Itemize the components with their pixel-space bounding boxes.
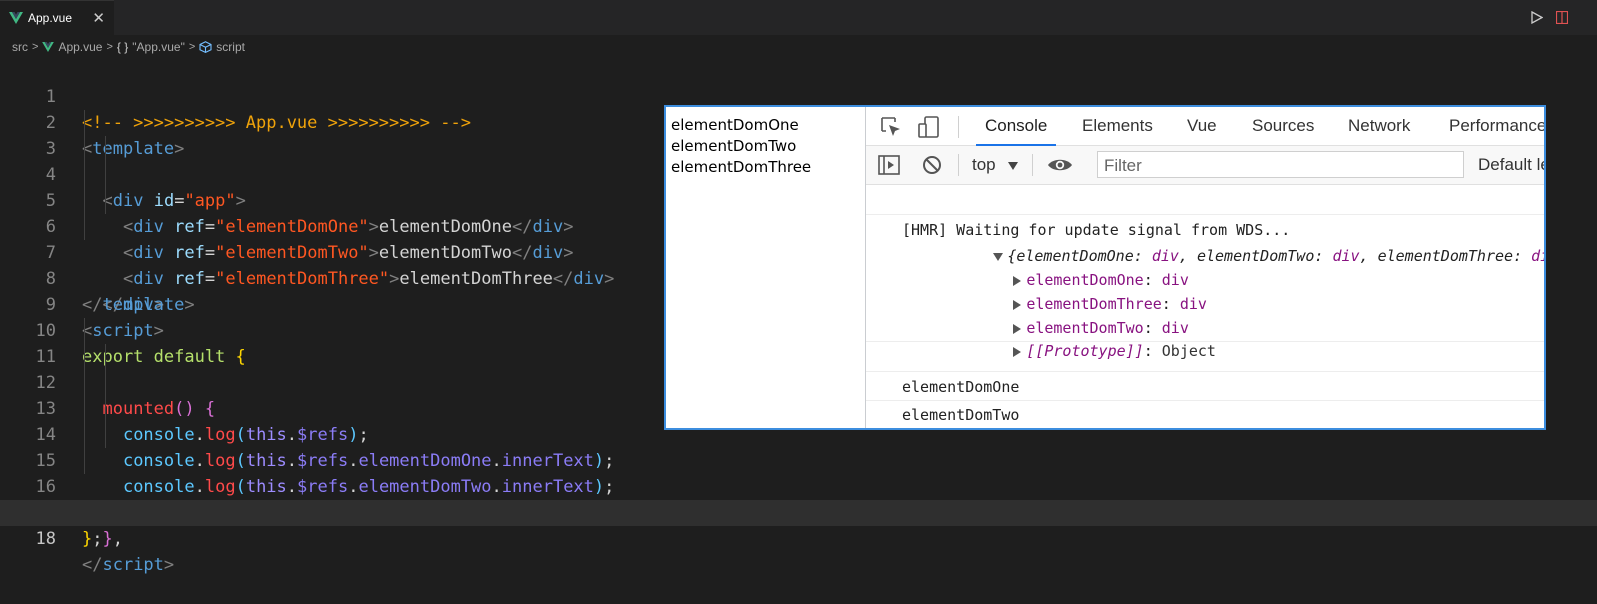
chevron-right-icon: > xyxy=(32,41,39,53)
clear-console-icon[interactable] xyxy=(922,155,942,175)
tab-vue[interactable]: Vue xyxy=(1187,107,1217,145)
page-text-line: elementDomThree xyxy=(671,158,812,176)
eye-icon[interactable] xyxy=(1047,157,1073,173)
breadcrumb-src[interactable]: src xyxy=(12,40,28,54)
code-line: 17 }; xyxy=(0,474,1597,549)
object-summary[interactable]: {elementDomOne: div, elementDomTwo: div,… xyxy=(903,220,1544,265)
split-editor-icon[interactable] xyxy=(1556,11,1568,24)
code-line: 1 <!-- >>>>>>>>>> App.vue >>>>>>>>>> --> xyxy=(0,58,1597,133)
rendered-page: elementDomOne elementDomTwo elementDomTh… xyxy=(666,107,866,428)
console-output: [HMR] Waiting for update signal from WDS… xyxy=(866,185,1544,428)
tag-name: script xyxy=(102,555,164,575)
object-prototype[interactable]: [[Prototype]]: Object xyxy=(923,315,1216,360)
triangle-down-icon xyxy=(1008,161,1019,170)
breadcrumb-label: App.vue xyxy=(58,40,103,54)
breadcrumb-object[interactable]: { } "App.vue" xyxy=(117,40,185,54)
code-line-active: 18 </script> xyxy=(0,500,1597,575)
tab-console[interactable]: Console xyxy=(975,107,1057,146)
cube-icon xyxy=(199,41,212,53)
code-line: 16 }, xyxy=(0,448,1597,549)
object-property[interactable]: elementDomThree: div xyxy=(923,268,1207,313)
breadcrumb-script[interactable]: script xyxy=(199,40,245,54)
device-toolbar-icon[interactable] xyxy=(918,116,940,138)
tab-performance[interactable]: Performance xyxy=(1449,107,1544,145)
context-selector[interactable]: top xyxy=(972,146,1019,184)
console-message: elementDomOne xyxy=(866,342,1544,396)
context-label: top xyxy=(972,155,996,174)
breadcrumb-app-vue[interactable]: App.vue xyxy=(42,40,102,54)
devtools-tab-bar: Console Elements Vue Sources Network Per… xyxy=(866,107,1544,146)
page-text-line: elementDomTwo xyxy=(671,137,797,155)
tab-label: App.vue xyxy=(28,11,73,25)
line-number: 18 xyxy=(35,529,56,549)
chevron-right-icon: > xyxy=(188,41,196,53)
console-message: elementDomTwo xyxy=(866,372,1544,424)
console-message: elementDomThree xyxy=(866,401,1544,428)
console-message: [HMR] Waiting for update signal from WDS… xyxy=(866,185,1544,239)
tab-network[interactable]: Network xyxy=(1348,107,1410,145)
sidebar-toggle-icon[interactable] xyxy=(878,155,900,175)
console-object-message: {elementDomOne: div, elementDomTwo: div,… xyxy=(866,215,1544,360)
browser-window: elementDomOne elementDomTwo elementDomTh… xyxy=(664,105,1546,430)
vue-file-icon xyxy=(42,42,55,52)
vue-file-icon xyxy=(9,12,23,24)
console-filter[interactable] xyxy=(1097,151,1464,179)
inspect-element-icon[interactable] xyxy=(880,116,902,138)
breadcrumb: src > App.vue > { } "App.vue" > script xyxy=(0,36,900,58)
chevron-right-icon: > xyxy=(106,41,113,53)
run-icon[interactable] xyxy=(1530,11,1543,24)
tab-app-vue[interactable]: App.vue ✕ xyxy=(0,0,114,35)
console-toolbar: top Default levels xyxy=(866,146,1544,185)
close-icon[interactable]: ✕ xyxy=(92,9,105,27)
tab-elements[interactable]: Elements xyxy=(1082,107,1153,145)
tab-sources[interactable]: Sources xyxy=(1252,107,1314,145)
filter-input[interactable] xyxy=(1098,152,1446,179)
object-property[interactable]: elementDomOne: div xyxy=(923,244,1189,289)
devtools-panel: Console Elements Vue Sources Network Per… xyxy=(866,107,1544,428)
breadcrumb-label: script xyxy=(216,40,245,54)
log-levels-dropdown[interactable]: Default levels xyxy=(1478,146,1544,184)
object-braces-icon: { } xyxy=(116,40,129,54)
object-property[interactable]: elementDomTwo: div xyxy=(923,292,1189,337)
editor-tab-bar: App.vue ✕ xyxy=(0,0,1597,35)
breadcrumb-label: "App.vue" xyxy=(132,40,185,54)
page-text-line: elementDomOne xyxy=(671,116,799,134)
